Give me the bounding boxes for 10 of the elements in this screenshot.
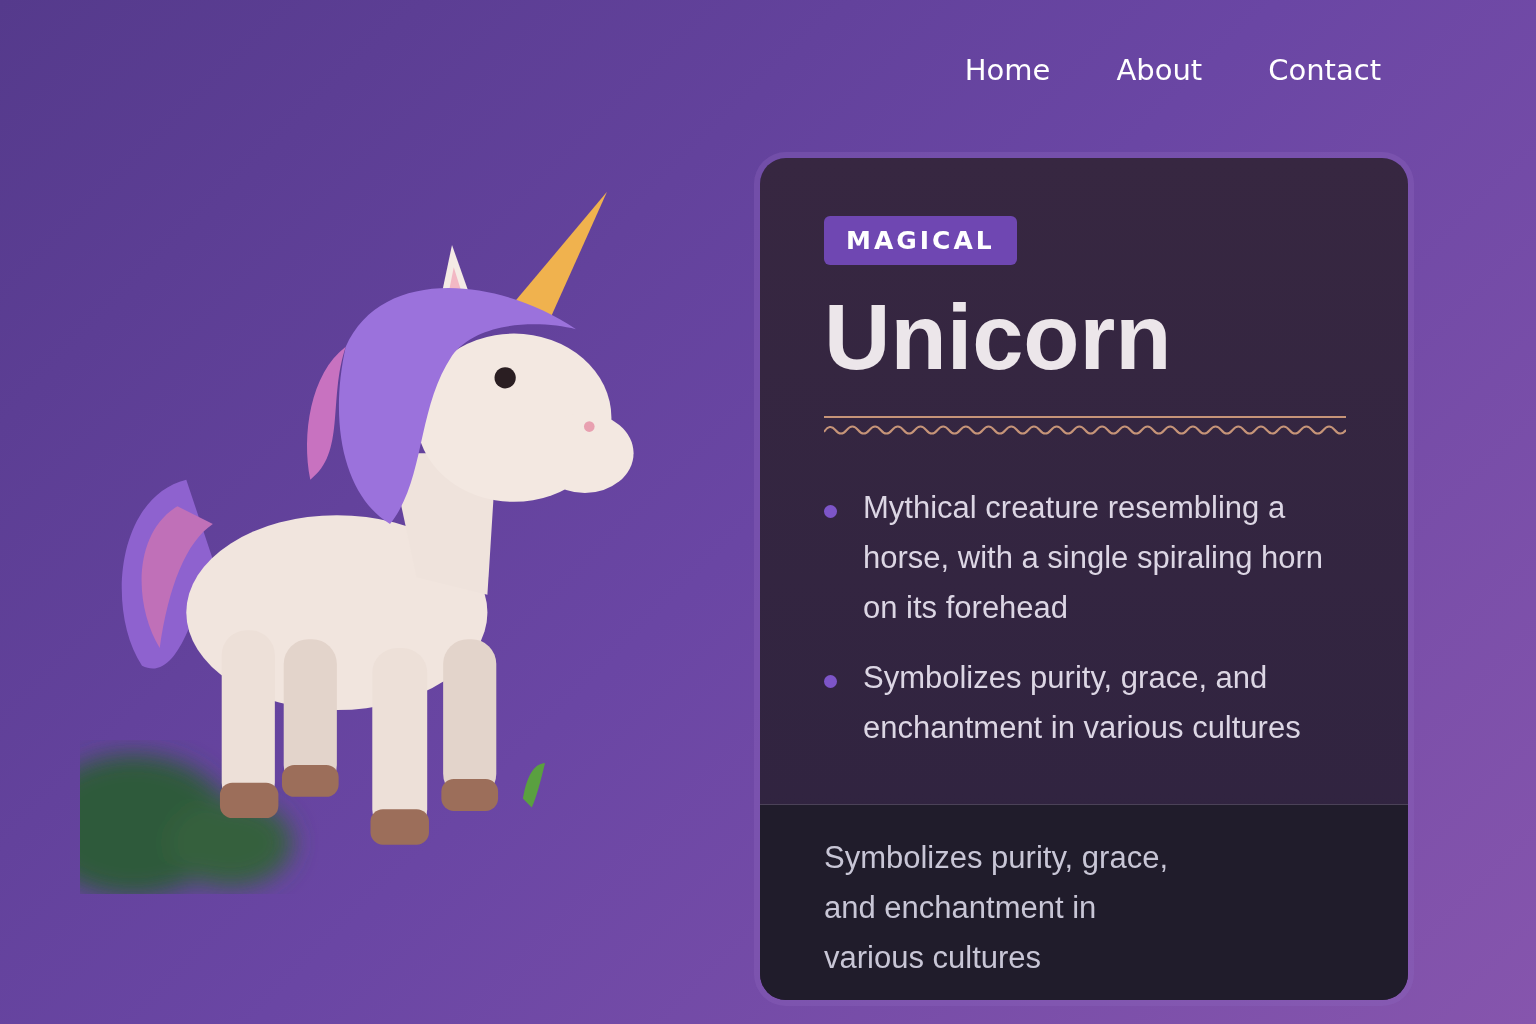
- nav-link[interactable]: Contact: [1268, 50, 1381, 108]
- footer-text: Symbolizes purity, grace, and enchantment in various cultures: [824, 839, 1169, 977]
- bullet-dot: [824, 675, 837, 688]
- nav-link[interactable]: Home: [964, 50, 1051, 108]
- bullet-dot: [824, 505, 837, 518]
- category-tag: MAGICAL: [824, 216, 1017, 265]
- nav-link[interactable]: About: [1116, 50, 1203, 108]
- card-title: Unicorn: [824, 287, 1173, 387]
- bullet-text: Symbolizes purity, grace, and enchantment in various cultures: [863, 659, 1302, 747]
- bullet-text: Mythical creature resembling a horse, with a single spiraling horn on its forehead: [863, 489, 1325, 627]
